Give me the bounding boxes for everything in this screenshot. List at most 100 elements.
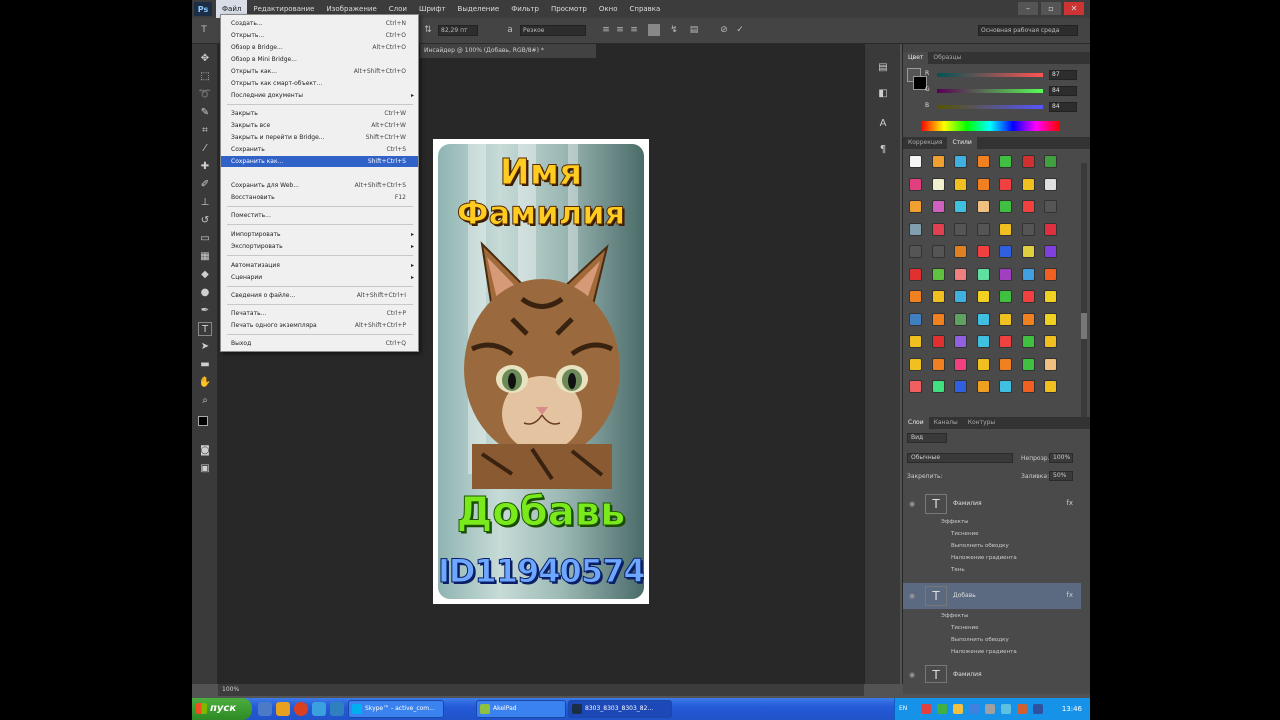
menu-filter[interactable]: Фильтр bbox=[505, 0, 545, 18]
eyedropper-tool-icon[interactable]: ⁄ bbox=[198, 142, 212, 156]
style-preset[interactable] bbox=[999, 267, 1012, 281]
warp-text-icon[interactable]: ↯ bbox=[668, 24, 680, 36]
style-preset[interactable] bbox=[931, 245, 945, 258]
menu-item-browse-mini-bridge[interactable]: Обзор в Mini Bridge... bbox=[221, 54, 418, 65]
fx-icon[interactable]: fx bbox=[1066, 591, 1073, 599]
style-preset[interactable] bbox=[909, 357, 922, 371]
character-panel-icon[interactable]: A bbox=[875, 116, 891, 132]
marquee-tool-icon[interactable]: ⬚ bbox=[198, 70, 212, 84]
style-preset[interactable] bbox=[999, 245, 1012, 258]
clock[interactable]: 13:46 bbox=[1062, 698, 1082, 720]
style-preset[interactable] bbox=[976, 290, 990, 303]
style-preset[interactable] bbox=[999, 155, 1012, 168]
style-preset[interactable] bbox=[931, 335, 945, 348]
pen-tool-icon[interactable]: ✒ bbox=[198, 304, 212, 318]
style-preset[interactable] bbox=[954, 177, 967, 191]
menu-item-scripts[interactable]: Сценарии ▸ bbox=[221, 272, 418, 283]
style-preset[interactable] bbox=[1044, 222, 1057, 236]
tray-icon[interactable] bbox=[969, 704, 979, 714]
style-preset[interactable] bbox=[1044, 245, 1057, 258]
properties-panel-icon[interactable]: ◧ bbox=[875, 86, 891, 102]
eye-icon[interactable]: ◉ bbox=[909, 500, 917, 508]
style-preset[interactable] bbox=[909, 155, 922, 168]
close-icon[interactable]: ✕ bbox=[1064, 2, 1084, 15]
menu-item-import[interactable]: Импортировать ▸ bbox=[221, 229, 418, 240]
zoom-level[interactable]: 100% bbox=[222, 686, 239, 693]
style-preset[interactable] bbox=[931, 357, 945, 371]
text-color-swatch[interactable] bbox=[648, 24, 660, 36]
screen-mode-icon[interactable]: ▣ bbox=[198, 462, 212, 476]
color-spectrum[interactable] bbox=[921, 121, 1059, 131]
paragraph-panel-icon[interactable]: ¶ bbox=[875, 142, 891, 158]
style-preset[interactable] bbox=[954, 357, 967, 371]
menu-select[interactable]: Выделение bbox=[452, 0, 506, 18]
tab-layers[interactable]: Слои bbox=[903, 417, 929, 429]
type-tool-icon[interactable]: T bbox=[198, 322, 212, 336]
style-preset[interactable] bbox=[999, 335, 1012, 348]
minimize-icon[interactable]: – bbox=[1018, 2, 1038, 15]
style-preset[interactable] bbox=[1044, 155, 1057, 168]
effect-item[interactable]: Выполнить обводку bbox=[951, 543, 1009, 549]
style-preset[interactable] bbox=[909, 312, 922, 326]
lasso-tool-icon[interactable]: ➰ bbox=[198, 88, 212, 102]
style-preset[interactable] bbox=[954, 155, 967, 168]
task-skype[interactable]: Skype™ - active_com... bbox=[348, 700, 444, 718]
eye-icon[interactable]: ◉ bbox=[909, 592, 917, 600]
style-preset[interactable] bbox=[1044, 200, 1057, 213]
tab-swatches[interactable]: Образцы bbox=[928, 52, 966, 64]
menu-item-close[interactable]: Закрыть Ctrl+W bbox=[221, 108, 418, 119]
style-preset[interactable] bbox=[909, 335, 922, 348]
style-preset[interactable] bbox=[999, 357, 1012, 371]
tab-styles[interactable]: Стили bbox=[947, 137, 977, 149]
tray-icon[interactable] bbox=[937, 704, 947, 714]
move-tool-icon[interactable]: ✥ bbox=[198, 52, 212, 66]
style-preset[interactable] bbox=[931, 267, 945, 281]
style-preset[interactable] bbox=[976, 380, 990, 393]
eraser-tool-icon[interactable]: ▭ bbox=[198, 232, 212, 246]
value-g[interactable]: 84 bbox=[1049, 86, 1077, 96]
healing-tool-icon[interactable]: ✚ bbox=[198, 160, 212, 174]
antialias-select[interactable]: Резкое bbox=[520, 25, 586, 36]
cancel-icon[interactable]: ⊘ bbox=[718, 24, 730, 36]
shape-tool-icon[interactable]: ▬ bbox=[198, 358, 212, 372]
layer-row[interactable]: ◉ T Фамилия bbox=[903, 665, 1081, 685]
style-preset[interactable] bbox=[1044, 335, 1057, 348]
tray-icon[interactable] bbox=[953, 704, 963, 714]
fx-icon[interactable]: fx bbox=[1066, 499, 1073, 507]
style-preset[interactable] bbox=[954, 290, 967, 303]
style-preset[interactable] bbox=[931, 200, 945, 213]
style-preset[interactable] bbox=[909, 245, 922, 258]
style-preset[interactable] bbox=[976, 267, 990, 281]
style-preset[interactable] bbox=[909, 200, 922, 213]
style-preset[interactable] bbox=[999, 222, 1012, 236]
menu-item-print-one-copy[interactable]: Печать одного экземпляра Alt+Shift+Ctrl+P bbox=[221, 320, 418, 331]
menu-item-recent[interactable]: Последние документы ▸ bbox=[221, 90, 418, 101]
eye-icon[interactable]: ◉ bbox=[909, 671, 917, 679]
style-preset[interactable] bbox=[931, 177, 945, 191]
style-preset[interactable] bbox=[976, 357, 990, 371]
workspace-select[interactable]: Основная рабочая среда bbox=[978, 25, 1078, 36]
menu-item-export[interactable]: Экспортировать ▸ bbox=[221, 241, 418, 252]
menu-item-revert[interactable]: Восстановить F12 bbox=[221, 192, 418, 203]
style-preset[interactable] bbox=[976, 335, 990, 348]
style-preset[interactable] bbox=[909, 267, 922, 281]
layer-row-selected[interactable]: ◉ T Добавь fx bbox=[903, 583, 1081, 609]
menu-item-place[interactable]: Поместить... bbox=[221, 210, 418, 221]
style-preset[interactable] bbox=[999, 380, 1012, 393]
effect-item[interactable]: Тиснение bbox=[951, 531, 979, 537]
style-preset[interactable] bbox=[999, 312, 1012, 326]
path-select-icon[interactable]: ➤ bbox=[198, 340, 212, 354]
history-brush-icon[interactable]: ↺ bbox=[198, 214, 212, 228]
menu-item-file-info[interactable]: Сведения о файле... Alt+Shift+Ctrl+I bbox=[221, 290, 418, 301]
menu-item-open-smart-object[interactable]: Открыть как смарт-объект... bbox=[221, 78, 418, 89]
style-preset[interactable] bbox=[1021, 155, 1035, 168]
tab-channels[interactable]: Каналы bbox=[929, 417, 963, 429]
crop-tool-icon[interactable]: ⌗ bbox=[198, 124, 212, 138]
scroll-thumb[interactable] bbox=[1081, 313, 1087, 339]
style-preset[interactable] bbox=[976, 312, 990, 326]
tab-paths[interactable]: Контуры bbox=[963, 417, 1000, 429]
speaker-icon[interactable] bbox=[985, 704, 995, 714]
char-panel-icon[interactable]: ▤ bbox=[688, 24, 700, 36]
value-r[interactable]: 87 bbox=[1049, 70, 1077, 80]
align-right-icon[interactable]: ≡ bbox=[628, 24, 640, 36]
